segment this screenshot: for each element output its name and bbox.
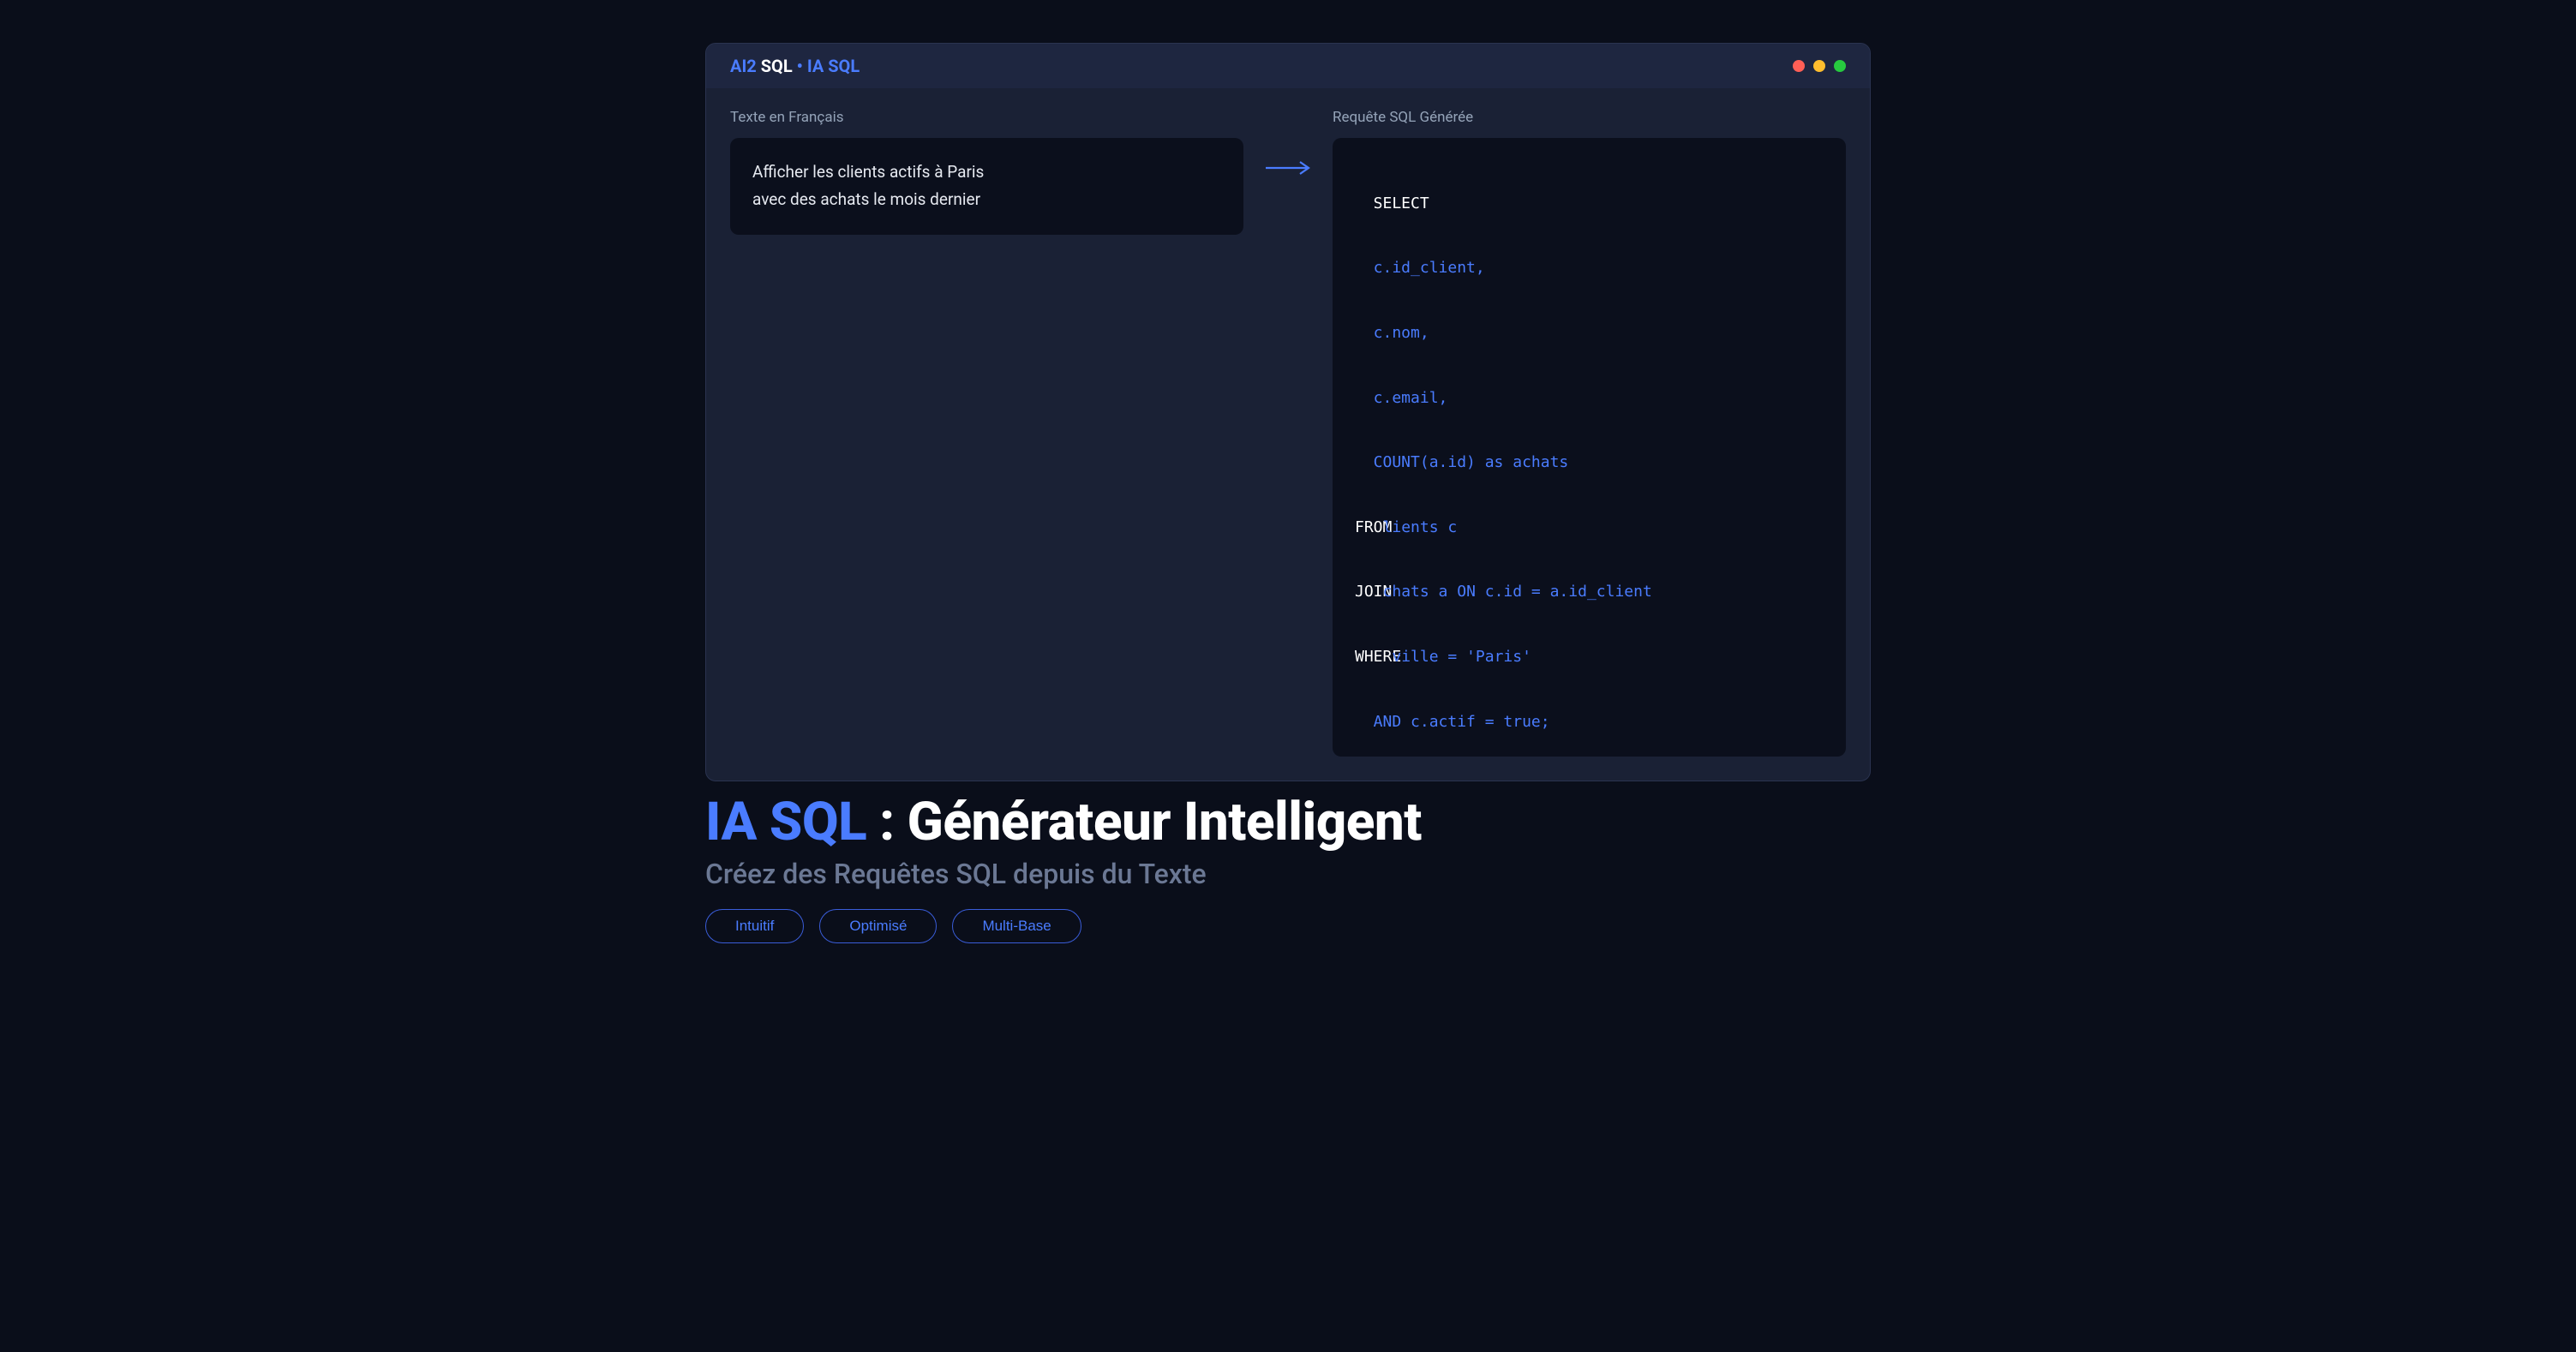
window-controls (1793, 60, 1846, 72)
hero-title-white: : Générateur Intelligent (866, 791, 1422, 853)
brand-separator: • (793, 56, 807, 76)
input-pane-label: Texte en Français (730, 109, 1243, 126)
brand-suffix: IA SQL (807, 56, 860, 76)
sql-value: ville = 'Paris' (1392, 648, 1531, 666)
sql-output[interactable]: SELECT c.id_client, c.nom, c.email, COUN… (1333, 138, 1846, 757)
window-body: Texte en Français Afficher les clients a… (706, 88, 1870, 781)
input-line-2: avec des achats le mois dernier (752, 186, 1221, 213)
input-pane: Texte en Français Afficher les clients a… (730, 109, 1243, 235)
pill-multibase[interactable]: Multi-Base (952, 909, 1081, 943)
brand-prefix: AI2 (730, 56, 757, 76)
hero-title-blue: IA SQL (705, 791, 866, 853)
maximize-icon[interactable] (1834, 60, 1846, 72)
sql-value: AND c.actif = true; (1374, 713, 1550, 731)
pills: Intuitif Optimisé Multi-Base (705, 909, 1871, 943)
minimize-icon[interactable] (1813, 60, 1825, 72)
arrow-icon (1264, 160, 1312, 176)
output-pane: Requête SQL Générée SELECT c.id_client, … (1333, 109, 1846, 757)
sql-value: COUNT(a.id) as achats (1374, 453, 1569, 471)
close-icon[interactable] (1793, 60, 1805, 72)
hero-title: IA SQL : Générateur Intelligent (705, 793, 1871, 852)
sql-value: c.nom, (1374, 324, 1429, 342)
sql-value: c.email, (1374, 389, 1448, 407)
sql-value: chats a ON c.id = a.id_client (1383, 583, 1652, 601)
app-window: AI2 SQL • IA SQL Texte en Français Affic… (705, 43, 1871, 781)
sql-value: c.id_client, (1374, 259, 1485, 277)
natural-language-input[interactable]: Afficher les clients actifs à Paris avec… (730, 138, 1243, 235)
sql-keyword: SELECT (1374, 194, 1429, 212)
titlebar: AI2 SQL • IA SQL (706, 44, 1870, 88)
window-title: AI2 SQL • IA SQL (730, 56, 860, 76)
hero: IA SQL : Générateur Intelligent Créez de… (705, 793, 1871, 942)
input-line-1: Afficher les clients actifs à Paris (752, 159, 1221, 186)
hero-subtitle: Créez des Requêtes SQL depuis du Texte (705, 858, 1871, 890)
pill-intuitif[interactable]: Intuitif (705, 909, 804, 943)
brand-main: SQL (757, 56, 793, 76)
output-pane-label: Requête SQL Générée (1333, 109, 1846, 126)
sql-value: lients c (1383, 518, 1458, 536)
pill-optimise[interactable]: Optimisé (819, 909, 937, 943)
